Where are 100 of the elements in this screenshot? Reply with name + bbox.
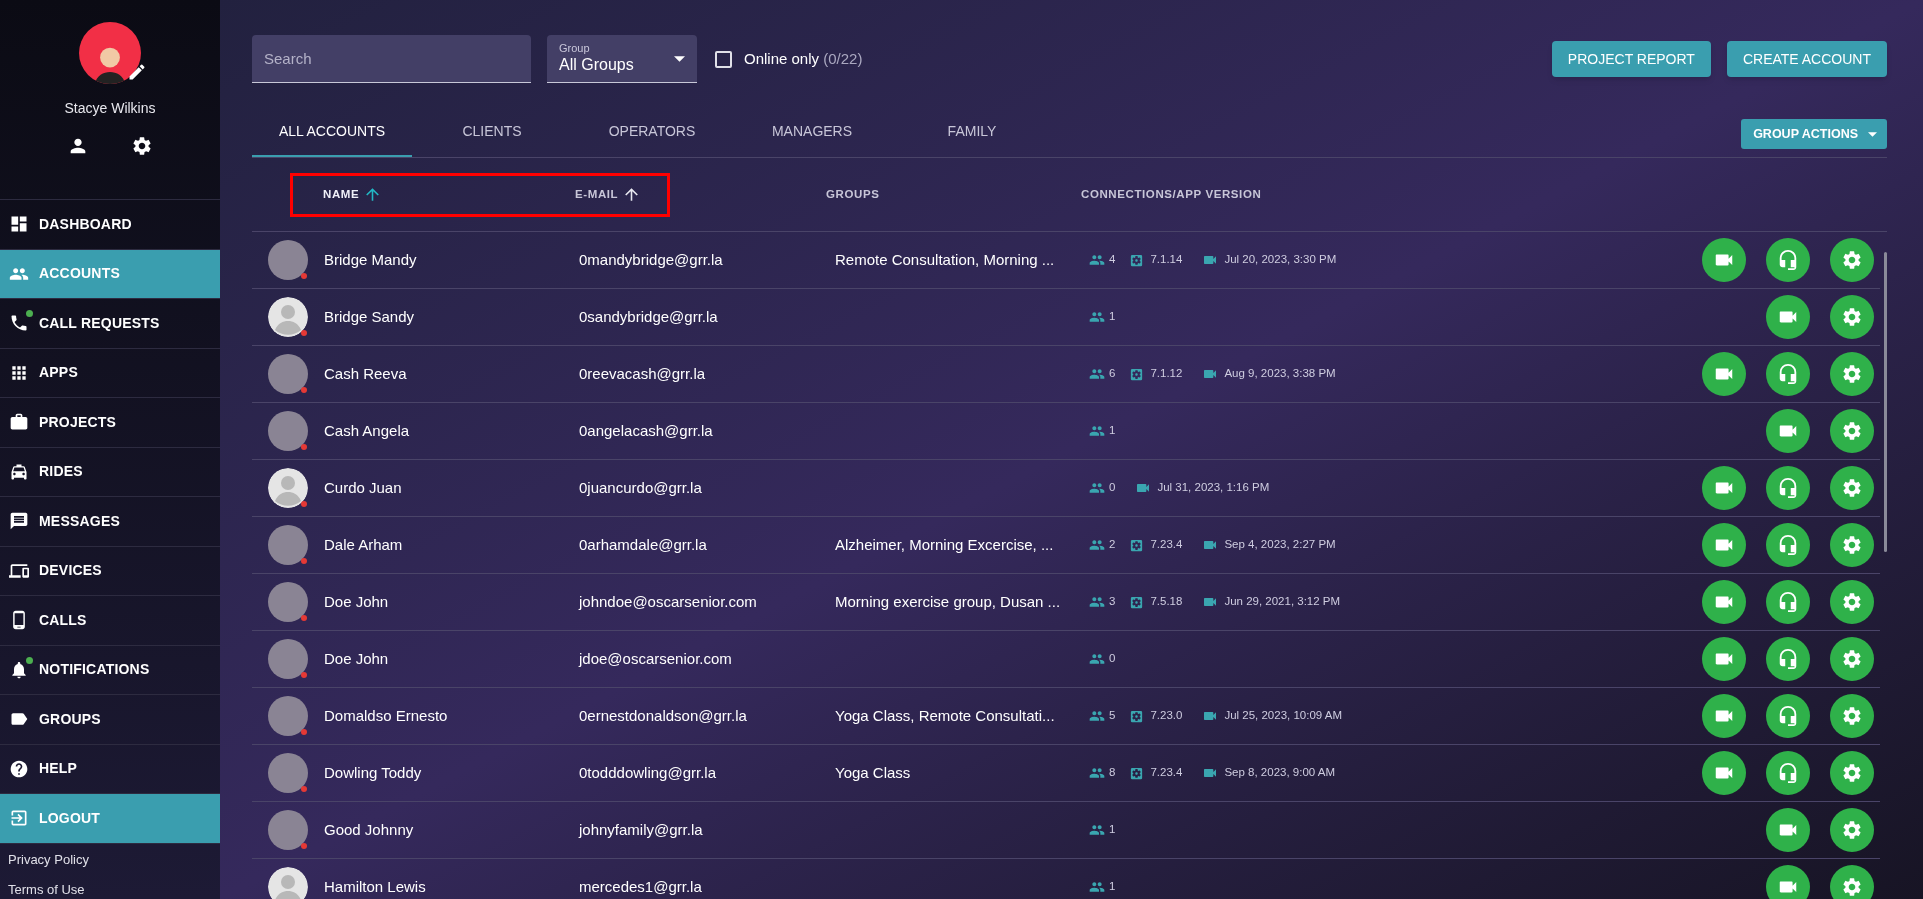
settings-button[interactable]	[1830, 523, 1874, 567]
tab[interactable]: CLIENTS	[412, 107, 572, 157]
table-row[interactable]: Cash Reeva 0reevacash@grr.la 6 7.1.12 Aug 9, 2023, 3:38 PM	[252, 346, 1880, 403]
video-call-button[interactable]	[1702, 637, 1746, 681]
last-call-time: Jul 31, 2023, 1:16 PM	[1157, 480, 1270, 496]
email-cell-text: 0reevacash@grr.la	[579, 363, 707, 384]
online-count: (0/22)	[823, 49, 863, 67]
headset-button[interactable]	[1766, 523, 1810, 567]
table-row[interactable]: Hamilton Lewis mercedes1@grr.la 1	[252, 859, 1880, 899]
groups-cell-text: Yoga Class, Remote Consultati...	[835, 705, 1056, 726]
group-dropdown[interactable]: Group All Groups	[547, 35, 697, 83]
tab[interactable]: OPERATORS	[572, 107, 732, 157]
email-cell-text: 0angelacash@grr.la	[579, 420, 714, 441]
app-version-icon	[1129, 252, 1145, 268]
settings-button[interactable]	[1830, 751, 1874, 795]
video-call-button[interactable]	[1702, 694, 1746, 738]
headset-button[interactable]	[1766, 751, 1810, 795]
table-row[interactable]: Dowling Toddy 0todddowling@grr.la Yoga Class 8 7.23.4 Sep 8, 2023, 9:00 AM	[252, 745, 1880, 802]
app-version-icon	[1129, 366, 1145, 382]
settings-button[interactable]	[131, 135, 153, 157]
settings-icon	[1841, 762, 1863, 784]
tab[interactable]: MANAGERS	[732, 107, 892, 157]
connections-count: 6	[1109, 366, 1116, 382]
last-call-time: Aug 9, 2023, 3:38 PM	[1224, 366, 1336, 382]
column-header[interactable]: GROUPS	[826, 185, 880, 204]
column-header[interactable]: E-MAIL	[575, 185, 619, 204]
app-version: 7.1.14	[1150, 252, 1183, 268]
app-version: 7.23.4	[1150, 537, 1183, 553]
search-field[interactable]: Search	[252, 35, 531, 83]
headset-button[interactable]	[1766, 352, 1810, 396]
edit-icon[interactable]	[127, 62, 147, 82]
name-cell-text: Cash Reeva	[324, 363, 408, 384]
last-call-time: Jul 25, 2023, 10:09 AM	[1224, 708, 1343, 724]
video-call-button[interactable]	[1702, 466, 1746, 510]
footer-link[interactable]: Privacy Policy	[8, 851, 212, 868]
table-row[interactable]: Doe John jdoe@oscarsenior.com 0	[252, 631, 1880, 688]
headset-button[interactable]	[1766, 694, 1810, 738]
video-call-button[interactable]	[1702, 580, 1746, 624]
people-icon	[1089, 309, 1105, 325]
settings-icon	[1841, 648, 1863, 670]
caret-icon	[1868, 131, 1877, 137]
settings-icon	[1841, 534, 1863, 556]
headset-button[interactable]	[1766, 238, 1810, 282]
table-row[interactable]: Bridge Sandy 0sandybridge@grr.la 1	[252, 289, 1880, 346]
table-row[interactable]: Doe John johndoe@oscarsenior.com Morning exercise group, Dusan ... 3 7.5.18 Jun 29, 2021, 3:12 PM	[252, 574, 1880, 631]
video-call-button[interactable]	[1766, 808, 1810, 852]
video-call-button[interactable]	[1702, 352, 1746, 396]
headset-button[interactable]	[1766, 466, 1810, 510]
video-call-button[interactable]	[1766, 409, 1810, 453]
settings-button[interactable]	[1830, 865, 1874, 899]
online-only-checkbox[interactable]	[715, 50, 732, 68]
last-call-time: Jul 20, 2023, 3:30 PM	[1224, 252, 1337, 268]
settings-button[interactable]	[1830, 466, 1874, 510]
video-call-button[interactable]	[1766, 295, 1810, 339]
settings-button[interactable]	[1830, 637, 1874, 681]
headset-icon	[1777, 249, 1799, 271]
settings-button[interactable]	[1830, 238, 1874, 282]
table-row[interactable]: Curdo Juan 0juancurdo@grr.la 0 Jul 31, 2023, 1:16 PM	[252, 460, 1880, 517]
scrollbar[interactable]	[1884, 252, 1887, 552]
headset-button[interactable]	[1766, 637, 1810, 681]
name-cell-text: Bridge Sandy	[324, 306, 416, 327]
name-cell-text: Doe John	[324, 591, 390, 612]
name-cell-text: Dale Arham	[324, 534, 404, 555]
settings-button[interactable]	[1830, 580, 1874, 624]
people-icon	[1089, 765, 1105, 781]
headset-button[interactable]	[1766, 580, 1810, 624]
table-row[interactable]: Bridge Mandy 0mandybridge@grr.la Remote Consultation, Morning ... 4 7.1.14 Jul 20, 2023, 3:30 PM	[252, 232, 1880, 289]
video-call-button[interactable]	[1702, 523, 1746, 567]
video-call-button[interactable]	[1766, 865, 1810, 899]
video-call-button[interactable]	[1702, 238, 1746, 282]
email-cell-text: jdoe@oscarsenior.com	[579, 648, 733, 669]
column-header[interactable]: NAME	[323, 185, 360, 204]
menu-label: DASHBOARD	[39, 214, 132, 234]
settings-button[interactable]	[1830, 295, 1874, 339]
headset-icon	[1777, 762, 1799, 784]
menu-item[interactable]: PROJECTS	[0, 398, 220, 448]
checkbox-label: Online only	[744, 49, 820, 67]
email-cell-text: 0sandybridge@grr.la	[579, 306, 719, 327]
video-call-button[interactable]	[1702, 751, 1746, 795]
footer-link[interactable]: Terms of Use	[8, 881, 212, 898]
table-row[interactable]: Cash Angela 0angelacash@grr.la 1	[252, 403, 1880, 460]
last-call-time: Jun 29, 2021, 3:12 PM	[1224, 594, 1341, 610]
email-cell-text: 0juancurdo@grr.la	[579, 477, 703, 498]
table-row[interactable]: Domaldso Ernesto 0ernestdonaldson@grr.la Yoga Class, Remote Consultati... 5 7.23.0 Jul 25, 2023, 10:09 AM	[252, 688, 1880, 745]
table-row[interactable]: Dale Arham 0arhamdale@grr.la Alzheimer, Morning Excercise, ... 2 7.23.4 Sep 4, 2023, 2:27 PM	[252, 517, 1880, 574]
table-row[interactable]: Good Johnny johnyfamily@grr.la 1	[252, 802, 1880, 859]
menu-label: NOTIFICATIONS	[39, 660, 150, 680]
tab[interactable]: FAMILY	[892, 107, 1052, 157]
app-version-icon	[1129, 537, 1145, 553]
people-icon	[1089, 366, 1105, 382]
column-header[interactable]: CONNECTIONS/APP VERSION	[1081, 185, 1262, 204]
settings-button[interactable]	[1830, 808, 1874, 852]
briefcase-icon	[9, 412, 29, 433]
settings-icon	[1841, 876, 1863, 898]
tab[interactable]: ALL ACCOUNTS	[252, 107, 412, 157]
settings-button[interactable]	[1830, 409, 1874, 453]
headset-icon	[1777, 363, 1799, 385]
settings-button[interactable]	[1830, 694, 1874, 738]
settings-icon	[1841, 705, 1863, 727]
settings-button[interactable]	[1830, 352, 1874, 396]
